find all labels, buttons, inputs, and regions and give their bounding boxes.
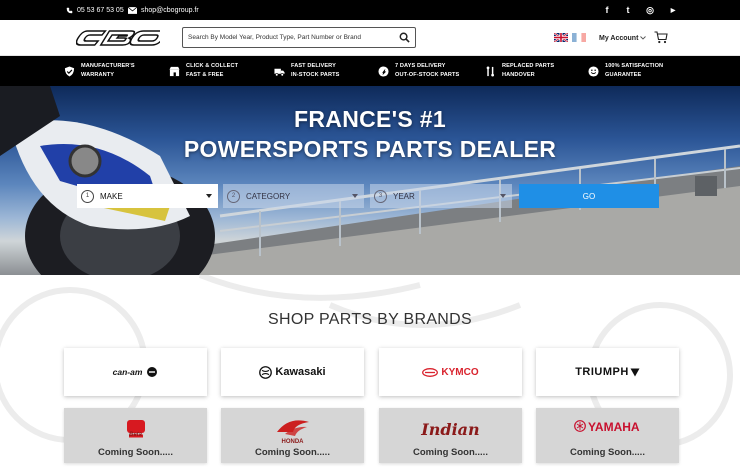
can-am-logo: can-am xyxy=(112,367,143,377)
feature-replaced-parts: REPLACED PARTS HANDOVER xyxy=(485,60,554,82)
brand-card-beta: Beta Coming Soon..... xyxy=(64,408,207,463)
kymco-mark-icon xyxy=(422,367,439,377)
smiley-icon xyxy=(588,65,599,77)
brand-card-triumph[interactable]: TRIUMPH xyxy=(536,348,679,396)
year-select[interactable]: 3 YEAR xyxy=(370,184,512,208)
indian-logo: Indian xyxy=(421,420,480,439)
honda-logo: HONDA xyxy=(281,439,304,445)
email-address: shop@cbogroup.fr xyxy=(141,6,199,14)
wrench-icon xyxy=(486,65,494,77)
phone-contact[interactable]: 05 53 67 53 05 xyxy=(66,0,124,20)
coming-soon-label: Coming Soon..... xyxy=(570,447,645,458)
search-input[interactable] xyxy=(188,34,388,41)
feature-line1: 100% SATISFACTION xyxy=(605,63,664,69)
kawasaki-river-mark-icon xyxy=(259,365,273,379)
feature-satisfaction: 100% SATISFACTION GUARANTEE xyxy=(588,60,663,82)
feature-line2: HANDOVER xyxy=(502,72,535,78)
search-icon[interactable] xyxy=(399,32,410,43)
triumph-logo: TRIUMPH xyxy=(575,366,629,378)
cart-icon[interactable] xyxy=(654,31,668,44)
feature-line1: 7 DAYS DELIVERY xyxy=(395,63,446,69)
uk-flag-icon[interactable] xyxy=(554,33,568,42)
phone-icon xyxy=(66,7,73,13)
my-account-dropdown[interactable]: My Account xyxy=(599,30,647,46)
step-number: 1 xyxy=(81,189,94,203)
twitter-icon[interactable]: t xyxy=(621,3,635,17)
brp-icon xyxy=(147,367,158,377)
brand-card-indian: Indian Coming Soon..... xyxy=(379,408,522,463)
rocket-icon xyxy=(378,65,389,77)
facebook-icon[interactable]: f xyxy=(600,3,614,17)
hero-banner: FRANCE'S #1 POWERSPORTS PARTS DEALER 1 M… xyxy=(0,86,740,275)
feature-line1: FAST DELIVERY xyxy=(291,63,336,69)
envelope-icon xyxy=(128,6,137,14)
features-strip: MANUFACTURER'S WARRANTY CLICK & COLLECT FA… xyxy=(0,56,740,86)
caret-down-icon xyxy=(500,194,506,198)
brand-card-kymco[interactable]: KYMCO xyxy=(379,348,522,396)
yamaha-logo: YAMAHA xyxy=(588,420,640,434)
triumph-mark-icon xyxy=(630,368,640,376)
feature-fast-delivery: FAST DELIVERY IN-STOCK PARTS xyxy=(274,60,339,82)
my-account-label: My Account xyxy=(599,34,639,42)
caret-down-icon xyxy=(352,194,358,198)
top-bar: 05 53 67 53 05 shop@cbogroup.fr f t ◎ ▶ xyxy=(0,0,740,20)
kawasaki-logo: Kawasaki xyxy=(275,366,326,378)
feature-7-days-delivery: 7 DAYS DELIVERY OUT-OF-STOCK PARTS xyxy=(378,60,459,82)
brands-section: SHOP PARTS BY BRANDS can-am Kawasaki KYM… xyxy=(0,275,740,468)
select-label: MAKE xyxy=(100,191,123,201)
store-icon xyxy=(169,66,180,76)
feature-warranty: MANUFACTURER'S WARRANTY xyxy=(64,60,135,82)
yamaha-tuning-fork-icon xyxy=(574,420,586,432)
brand-card-yamaha: YAMAHA Coming Soon..... xyxy=(536,408,679,463)
honda-wing-icon xyxy=(276,419,309,436)
search-box xyxy=(182,27,416,48)
france-flag-icon[interactable] xyxy=(572,33,586,42)
phone-number: 05 53 67 53 05 xyxy=(77,6,124,14)
step-number: 3 xyxy=(374,189,387,203)
caret-down-icon xyxy=(206,194,212,198)
email-contact[interactable]: shop@cbogroup.fr xyxy=(128,0,199,20)
instagram-icon[interactable]: ◎ xyxy=(643,3,657,17)
brand-card-honda: HONDA Coming Soon..... xyxy=(221,408,364,463)
main-header: My Account xyxy=(0,20,740,56)
feature-click-collect: CLICK & COLLECT FAST & FREE xyxy=(169,60,238,82)
go-button[interactable]: GO xyxy=(519,184,659,208)
brands-title: SHOP PARTS BY BRANDS xyxy=(268,311,472,328)
make-select[interactable]: 1 MAKE xyxy=(77,184,218,208)
coming-soon-label: Coming Soon..... xyxy=(413,447,488,458)
category-select[interactable]: 2 CATEGORY xyxy=(223,184,364,208)
feature-line1: CLICK & COLLECT xyxy=(186,63,239,69)
hero-title-line2: POWERSPORTS PARTS DEALER xyxy=(183,136,557,162)
feature-line2: GUARANTEE xyxy=(605,72,642,78)
feature-line2: OUT-OF-STOCK PARTS xyxy=(395,72,460,78)
truck-icon xyxy=(274,68,285,76)
kymco-logo: KYMCO xyxy=(441,366,479,378)
youtube-icon[interactable]: ▶ xyxy=(666,3,680,17)
select-label: YEAR xyxy=(393,191,415,201)
select-label: CATEGORY xyxy=(246,191,291,201)
cbo-logo[interactable] xyxy=(76,29,160,47)
feature-line2: IN-STOCK PARTS xyxy=(291,72,340,78)
feature-line1: REPLACED PARTS xyxy=(502,63,555,69)
shield-check-icon xyxy=(64,65,75,77)
chevron-down-icon xyxy=(640,36,647,40)
feature-line2: WARRANTY xyxy=(81,72,115,78)
step-number: 2 xyxy=(227,189,240,203)
coming-soon-label: Coming Soon..... xyxy=(255,447,330,458)
feature-line1: MANUFACTURER'S xyxy=(81,63,135,69)
beta-logo: Beta xyxy=(128,432,142,438)
brand-card-can-am[interactable]: can-am xyxy=(64,348,207,396)
hero-title-line1: FRANCE'S #1 xyxy=(294,106,446,132)
brand-card-kawasaki[interactable]: Kawasaki xyxy=(221,348,364,396)
coming-soon-label: Coming Soon..... xyxy=(98,447,173,458)
feature-line2: FAST & FREE xyxy=(186,72,224,78)
